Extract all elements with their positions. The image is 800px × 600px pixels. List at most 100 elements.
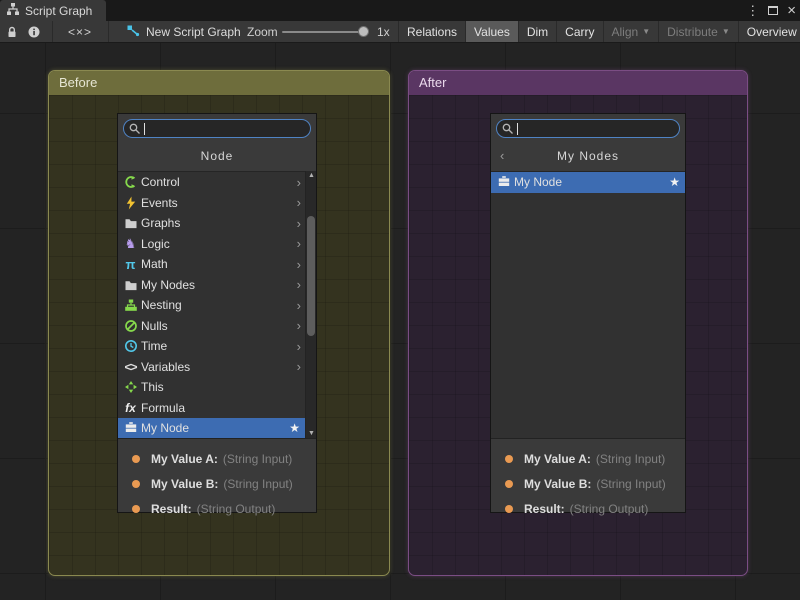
formula-icon: fx bbox=[123, 401, 138, 415]
script-graph-window: Script Graph ⋮ × <×> bbox=[0, 0, 800, 600]
port-result: Result: (String Output) bbox=[118, 496, 316, 521]
time-icon bbox=[123, 339, 138, 353]
zoom-slider-track[interactable] bbox=[282, 31, 368, 33]
favorite-star-icon[interactable]: ★ bbox=[669, 175, 680, 189]
this-icon bbox=[123, 380, 138, 394]
graph-selector[interactable]: New Script Graph bbox=[126, 21, 241, 43]
chevron-right-icon: › bbox=[297, 298, 301, 313]
logic-icon: ♞ bbox=[123, 237, 138, 251]
search-input[interactable] bbox=[518, 121, 673, 136]
chevron-right-icon: › bbox=[297, 318, 301, 333]
finder-item-my-node[interactable]: My Node ★ bbox=[118, 418, 305, 439]
menu-icon[interactable]: ⋮ bbox=[746, 3, 759, 19]
tab-bar: Script Graph ⋮ × bbox=[0, 0, 800, 21]
search-icon bbox=[501, 122, 515, 136]
folder-icon bbox=[123, 278, 138, 292]
zoom-slider-handle[interactable] bbox=[358, 26, 369, 37]
scrollbar[interactable]: ▲ ▼ bbox=[305, 171, 316, 438]
finder-item-this[interactable]: This bbox=[118, 377, 305, 398]
port-my-value-a: My Value A: (String Input) bbox=[118, 446, 316, 471]
new-script-graph-icon bbox=[126, 24, 140, 41]
scroll-up-icon[interactable]: ▲ bbox=[306, 172, 317, 179]
node-icon bbox=[496, 175, 511, 189]
nulls-icon bbox=[123, 319, 138, 333]
values-button[interactable]: Values bbox=[465, 21, 518, 43]
relations-button[interactable]: Relations bbox=[398, 21, 465, 43]
favorite-star-icon[interactable]: ★ bbox=[289, 421, 300, 435]
scrollbar-thumb[interactable] bbox=[307, 216, 315, 336]
carry-button[interactable]: Carry bbox=[556, 21, 602, 43]
search-box[interactable] bbox=[123, 119, 311, 138]
close-icon[interactable]: × bbox=[787, 3, 796, 18]
port-result: Result: (String Output) bbox=[491, 496, 685, 521]
fuzzy-finder-before: Node Control › bbox=[117, 113, 317, 513]
info-icon bbox=[27, 25, 41, 39]
finder-item-variables[interactable]: <> Variables › bbox=[118, 357, 305, 378]
search-input[interactable] bbox=[145, 121, 304, 136]
align-button[interactable]: Align ▼ bbox=[603, 21, 659, 43]
chevron-down-icon: ▼ bbox=[642, 21, 650, 43]
group-before-header[interactable]: Before bbox=[49, 71, 389, 95]
group-after-header[interactable]: After bbox=[409, 71, 747, 95]
overview-button[interactable]: Overview bbox=[738, 21, 800, 43]
finder-item-nesting[interactable]: Nesting › bbox=[118, 295, 305, 316]
node-preview: My Value A: (String Input) My Value B: (… bbox=[118, 438, 316, 512]
math-icon: π bbox=[123, 257, 138, 271]
finder-item-events[interactable]: Events › bbox=[118, 193, 305, 214]
port-dot-icon bbox=[132, 480, 140, 488]
toolbar-toggles: Relations Values Dim Carry Align ▼ Distr… bbox=[398, 21, 800, 43]
port-dot-icon bbox=[505, 480, 513, 488]
port-dot-icon bbox=[132, 505, 140, 513]
lock-button[interactable] bbox=[2, 22, 22, 42]
chevron-right-icon: › bbox=[297, 175, 301, 190]
chevron-down-icon: ▼ bbox=[722, 21, 730, 43]
nesting-icon bbox=[123, 298, 138, 312]
fuzzy-finder-after: ‹ My Nodes My Node ★ bbox=[490, 113, 686, 513]
graph-canvas[interactable]: Before After Node bbox=[0, 43, 800, 600]
chevron-right-icon: › bbox=[297, 257, 301, 272]
search-box[interactable] bbox=[496, 119, 680, 138]
port-my-value-a: My Value A: (String Input) bbox=[491, 446, 685, 471]
chevron-right-icon: › bbox=[297, 195, 301, 210]
graph-selector-label: New Script Graph bbox=[146, 25, 241, 39]
finder-item-time[interactable]: Time › bbox=[118, 336, 305, 357]
finder-item-control[interactable]: Control › bbox=[118, 172, 305, 193]
window-controls: ⋮ × bbox=[746, 0, 796, 21]
lock-icon bbox=[5, 25, 19, 39]
chevron-right-icon: › bbox=[297, 216, 301, 231]
control-icon bbox=[123, 175, 138, 189]
finder-item-nulls[interactable]: Nulls › bbox=[118, 316, 305, 337]
finder-item-my-nodes[interactable]: My Nodes › bbox=[118, 275, 305, 296]
search-icon bbox=[128, 122, 142, 136]
variables-icon: <> bbox=[123, 360, 138, 374]
finder-item-logic[interactable]: ♞ Logic › bbox=[118, 234, 305, 255]
graph-hierarchy-icon bbox=[6, 2, 20, 19]
info-button[interactable] bbox=[24, 22, 44, 42]
port-dot-icon bbox=[505, 455, 513, 463]
node-preview: My Value A: (String Input) My Value B: (… bbox=[491, 438, 685, 512]
node-icon bbox=[123, 421, 138, 435]
port-my-value-b: My Value B: (String Input) bbox=[491, 471, 685, 496]
node-list: Control › Events › bbox=[118, 171, 316, 438]
dim-button[interactable]: Dim bbox=[518, 21, 556, 43]
zoom-value: 1x bbox=[377, 21, 390, 43]
port-my-value-b: My Value B: (String Input) bbox=[118, 471, 316, 496]
events-icon bbox=[123, 196, 138, 210]
node-list: My Node ★ bbox=[491, 171, 685, 438]
scroll-down-icon[interactable]: ▼ bbox=[306, 430, 317, 437]
finder-title: My Nodes bbox=[491, 142, 685, 170]
maximize-icon[interactable] bbox=[768, 2, 778, 20]
finder-item-my-node[interactable]: My Node ★ bbox=[491, 172, 685, 193]
edit-source-button[interactable]: <×> bbox=[58, 22, 102, 42]
finder-item-formula[interactable]: fx Formula bbox=[118, 398, 305, 419]
code-icon: <×> bbox=[68, 25, 92, 39]
finder-title: Node bbox=[118, 142, 316, 170]
distribute-button[interactable]: Distribute ▼ bbox=[658, 21, 738, 43]
port-dot-icon bbox=[505, 505, 513, 513]
port-dot-icon bbox=[132, 455, 140, 463]
tab-script-graph[interactable]: Script Graph bbox=[0, 0, 106, 21]
finder-item-graphs[interactable]: Graphs › bbox=[118, 213, 305, 234]
zoom-label: Zoom bbox=[247, 21, 278, 43]
finder-item-math[interactable]: π Math › bbox=[118, 254, 305, 275]
chevron-right-icon: › bbox=[297, 236, 301, 251]
